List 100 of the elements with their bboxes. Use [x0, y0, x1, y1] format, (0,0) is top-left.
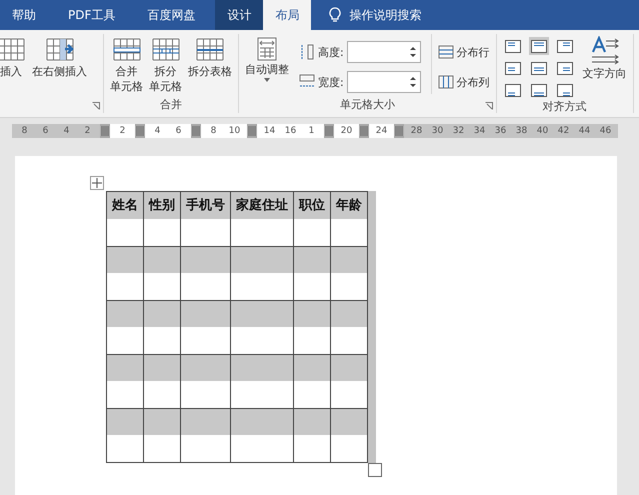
group-label: 合并 — [160, 98, 182, 111]
ruler-number: 30 — [430, 125, 444, 138]
table-header-cell: 手机号 — [180, 192, 230, 219]
table-cell — [180, 273, 230, 300]
column-marker-icon[interactable] — [100, 124, 110, 138]
table-cell — [230, 246, 294, 273]
align-button[interactable] — [502, 81, 523, 99]
table-cell — [180, 327, 230, 354]
column-marker-icon[interactable] — [394, 124, 404, 138]
ribbon-tab[interactable]: 百度网盘 — [135, 0, 208, 30]
ribbon-tab[interactable]: PDF工具 — [56, 0, 128, 30]
table-cell — [106, 300, 144, 327]
table-cell — [230, 381, 294, 408]
table-cell — [180, 408, 230, 435]
button-label: 在右侧插入 — [32, 65, 87, 79]
dialog-launcher-icon[interactable] — [484, 102, 493, 110]
align-button[interactable] — [502, 37, 523, 55]
distribute-columns-button[interactable]: 分布列 — [438, 70, 490, 94]
ribbon-button[interactable]: 合并 单元格 — [110, 34, 143, 94]
align-icon — [556, 40, 573, 52]
table-header-cell: 年龄 — [330, 192, 368, 219]
width-field[interactable] — [346, 71, 421, 93]
table-cell — [106, 219, 144, 246]
table-cell — [144, 354, 180, 381]
ruler-number: 6 — [42, 125, 50, 138]
table-cell — [294, 219, 330, 246]
ruler-number: 38 — [514, 125, 528, 138]
align-icon — [556, 84, 573, 96]
ruler-number: 24 — [374, 125, 388, 138]
column-marker-icon[interactable] — [191, 124, 201, 138]
align-button[interactable] — [528, 37, 549, 55]
resize-handle[interactable] — [368, 462, 382, 476]
autofit-icon — [256, 36, 278, 62]
ruler-number: 6 — [174, 125, 182, 138]
table-cell — [180, 381, 230, 408]
ruler-number: 14 — [262, 125, 276, 138]
autofit-button[interactable]: 自动调整 — [245, 34, 289, 82]
column-marker-icon[interactable] — [247, 124, 257, 138]
align-button[interactable] — [554, 59, 575, 77]
table-cell — [106, 273, 144, 300]
column-marker-icon[interactable] — [359, 124, 369, 138]
table-cell — [180, 354, 230, 381]
height-icon — [299, 44, 315, 60]
height-field[interactable] — [346, 41, 421, 63]
dialog-launcher-icon[interactable] — [92, 102, 100, 110]
table-cell — [294, 246, 330, 273]
table-cell — [294, 327, 330, 354]
distribute-rows-icon — [438, 45, 454, 59]
table-header-cell: 姓名 — [106, 192, 144, 219]
ribbon-tab[interactable]: 帮助 — [0, 0, 48, 30]
ribbon-tab[interactable]: 设计 — [215, 0, 264, 30]
align-icon — [504, 84, 521, 96]
align-button[interactable] — [528, 81, 549, 99]
ruler-number: 2 — [118, 125, 126, 138]
field-label: 高度: — [318, 44, 344, 60]
ruler-number: 2 — [84, 125, 92, 138]
field-label: 宽度: — [318, 74, 344, 90]
align-button[interactable] — [502, 59, 523, 77]
ribbon-button[interactable]: 拆分表格 — [188, 34, 232, 79]
tell-me-search[interactable]: 操作说明搜索 — [349, 6, 422, 24]
align-button[interactable] — [528, 59, 549, 77]
ruler-number: 34 — [472, 125, 486, 138]
table-header-cell: 职位 — [294, 192, 330, 219]
table-cell — [294, 273, 330, 300]
align-button[interactable] — [554, 37, 575, 55]
column-marker-icon[interactable] — [324, 124, 334, 138]
align-button[interactable] — [554, 81, 575, 99]
distribute-rows-button[interactable]: 分布行 — [438, 40, 490, 64]
table-cell — [106, 381, 144, 408]
align-icon — [530, 84, 547, 96]
text-direction-button[interactable]: 文字方向 — [582, 34, 627, 81]
ruler-number: 20 — [340, 125, 354, 138]
ruler-number: 46 — [598, 125, 612, 138]
table-cell — [230, 408, 294, 435]
button-label: 单元格 — [149, 80, 182, 94]
table-cell — [106, 327, 144, 354]
table-cell — [106, 246, 144, 273]
caret-icon — [264, 78, 270, 82]
table-cell — [230, 327, 294, 354]
text-direction-icon — [590, 36, 620, 66]
table-cell — [230, 300, 294, 327]
table-cell — [144, 246, 180, 273]
table-cell — [106, 408, 144, 435]
ribbon-button[interactable]: 拆分 单元格 — [149, 34, 182, 94]
ruler-number: 36 — [494, 125, 508, 138]
table-move-handle-icon[interactable] — [90, 176, 104, 190]
column-marker-icon[interactable] — [135, 124, 145, 138]
table-header-cell: 性别 — [144, 192, 180, 219]
table-cell — [294, 381, 330, 408]
ribbon-tab[interactable]: 布局 — [263, 0, 312, 30]
group-label: 对齐方式 — [542, 100, 587, 113]
spinner-icon — [410, 76, 416, 88]
ribbon-button[interactable]: 插入 — [0, 34, 26, 79]
ruler-number: 8 — [20, 125, 28, 138]
button-label: 单元格 — [110, 80, 143, 94]
table-cell — [230, 273, 294, 300]
ribbon-button[interactable]: 在右侧插入 — [32, 34, 87, 79]
table-cell — [180, 219, 230, 246]
spinner-icon — [410, 46, 416, 58]
table-cell — [180, 246, 230, 273]
